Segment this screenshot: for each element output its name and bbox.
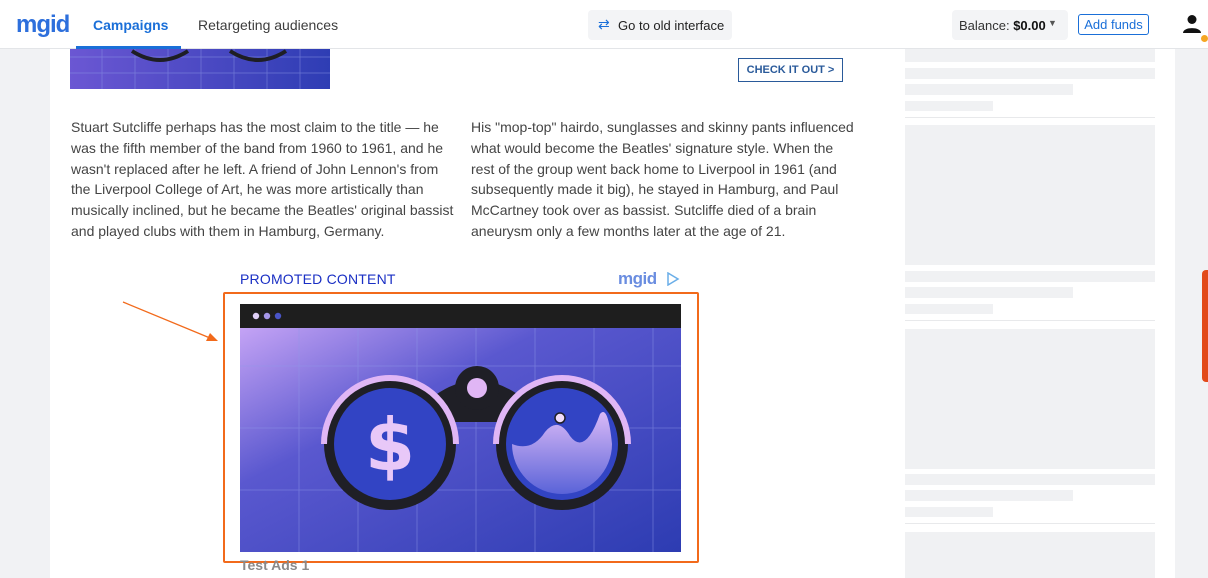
notification-dot (1201, 35, 1208, 42)
ad-title[interactable]: Test Ads 1 (240, 557, 309, 573)
promoted-content-label: PROMOTED CONTENT (240, 271, 396, 287)
skeleton-block (905, 101, 993, 111)
old-interface-label: Go to old interface (618, 18, 725, 33)
article-paragraph-right: His "mop-top" hairdo, sunglasses and ski… (471, 119, 854, 239)
skeleton-block (905, 507, 993, 517)
chevron-down-icon: ▼ (1048, 18, 1057, 28)
add-funds-button[interactable]: Add funds (1078, 14, 1149, 35)
skeleton-card (905, 125, 1155, 265)
skeleton-card (905, 329, 1155, 469)
article-paragraph-left: Stuart Sutcliffe perhaps has the most cl… (71, 119, 454, 239)
check-it-out-button[interactable]: CHECK IT OUT > (738, 58, 843, 82)
dollar-symbol: $ (365, 403, 415, 487)
old-interface-button[interactable]: ⇄ Go to old interface (588, 10, 732, 40)
user-account-icon[interactable] (1183, 14, 1201, 34)
balance-dropdown[interactable]: Balance: $0.00 ▼ (952, 10, 1068, 40)
mgid-logo[interactable]: mgid (16, 11, 70, 39)
skeleton-divider (905, 320, 1155, 321)
article-image (70, 49, 330, 89)
adchoices-play-icon[interactable] (666, 272, 680, 286)
top-navigation-bar: mgid Campaigns Retargeting audiences ⇄ G… (0, 0, 1208, 49)
feedback-side-tab[interactable] (1202, 270, 1208, 382)
widget-brand-logo[interactable]: mgid (618, 269, 657, 289)
skeleton-block (905, 287, 1073, 298)
skeleton-block (905, 304, 993, 314)
skeleton-block (905, 490, 1073, 501)
balance-text: Balance: (959, 18, 1014, 33)
skeleton-block (905, 49, 1155, 62)
balance-amount: $0.00 (1013, 18, 1046, 33)
tab-campaigns[interactable]: Campaigns (93, 17, 168, 33)
tab-retargeting-audiences[interactable]: Retargeting audiences (198, 17, 338, 33)
skeleton-block (905, 474, 1155, 485)
balance-label: Balance: $0.00 (959, 18, 1046, 33)
swap-arrows-icon: ⇄ (598, 16, 610, 32)
skeleton-block (905, 84, 1073, 95)
skeleton-divider (905, 523, 1155, 524)
skeleton-block (905, 68, 1155, 79)
skeleton-divider (905, 117, 1155, 118)
skeleton-card (905, 532, 1155, 578)
ad-teaser-image[interactable]: $ (240, 304, 681, 552)
skeleton-block (905, 271, 1155, 282)
pointer-arrow-icon (122, 301, 218, 341)
